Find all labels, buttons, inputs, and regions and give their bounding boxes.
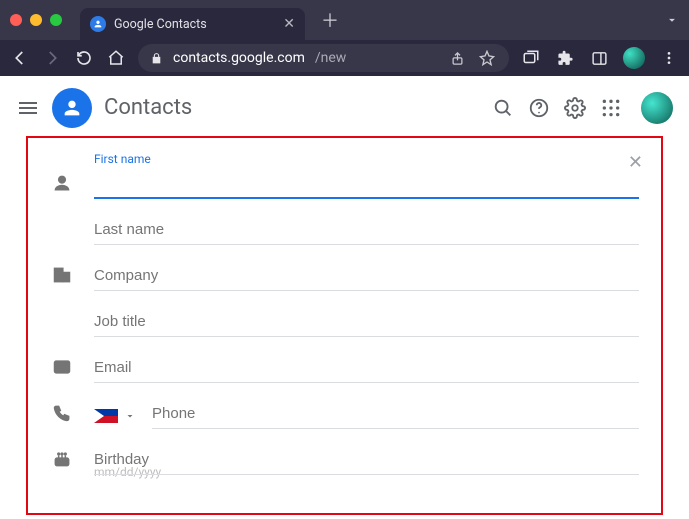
email-icon — [50, 357, 74, 383]
browser-nav-bar: contacts.google.com/new — [0, 40, 689, 76]
birthday-input[interactable] — [94, 445, 639, 475]
browser-toolbar-right — [521, 47, 679, 69]
birthday-icon — [50, 449, 74, 475]
tab-overview-icon[interactable] — [521, 48, 541, 68]
job-title-input[interactable] — [94, 307, 639, 337]
company-icon — [50, 265, 74, 291]
first-name-label: First name — [94, 152, 639, 166]
forward-button[interactable] — [42, 48, 62, 68]
window-minimize[interactable] — [30, 14, 42, 26]
phone-input[interactable] — [152, 399, 639, 429]
help-icon[interactable] — [527, 96, 551, 120]
account-avatar[interactable] — [641, 92, 673, 124]
tabs-dropdown-icon[interactable] — [665, 13, 679, 27]
window-close[interactable] — [10, 14, 22, 26]
tab-close-button[interactable]: ✕ — [283, 16, 295, 32]
side-panel-icon[interactable] — [589, 48, 609, 68]
address-bar[interactable]: contacts.google.com/new — [138, 44, 509, 72]
chevron-down-icon — [124, 410, 136, 422]
new-tab-button[interactable]: ＋ — [321, 7, 339, 33]
profile-avatar-icon[interactable] — [623, 47, 645, 69]
company-input[interactable] — [94, 261, 639, 291]
lock-icon — [150, 52, 163, 65]
bookmark-star-icon[interactable] — [477, 48, 497, 68]
contacts-logo — [52, 88, 92, 128]
app-bar: Contacts — [0, 76, 689, 140]
tab-title: Google Contacts — [114, 17, 275, 32]
reload-button[interactable] — [74, 48, 94, 68]
person-icon — [50, 173, 74, 199]
share-icon[interactable] — [447, 48, 467, 68]
url-path: /new — [315, 50, 346, 66]
settings-gear-icon[interactable] — [563, 96, 587, 120]
first-name-input[interactable] — [94, 168, 639, 199]
flag-ph-icon — [94, 409, 118, 423]
browser-tab-strip: Google Contacts ✕ ＋ — [0, 0, 689, 40]
chrome-menu-icon[interactable] — [659, 48, 679, 68]
google-apps-icon[interactable] — [599, 96, 623, 120]
extensions-icon[interactable] — [555, 48, 575, 68]
window-controls — [10, 14, 62, 26]
back-button[interactable] — [10, 48, 30, 68]
window-maximize[interactable] — [50, 14, 62, 26]
country-selector[interactable] — [94, 409, 136, 429]
url-host: contacts.google.com — [173, 50, 305, 66]
last-name-input[interactable] — [94, 215, 639, 245]
browser-tab[interactable]: Google Contacts ✕ — [80, 8, 305, 40]
main-menu-button[interactable] — [16, 96, 40, 120]
new-contact-form: ✕ First name — [26, 136, 663, 515]
home-button[interactable] — [106, 48, 126, 68]
contacts-favicon — [90, 16, 106, 32]
phone-icon — [50, 403, 74, 429]
search-icon[interactable] — [491, 96, 515, 120]
email-input[interactable] — [94, 353, 639, 383]
app-title: Contacts — [104, 95, 192, 120]
